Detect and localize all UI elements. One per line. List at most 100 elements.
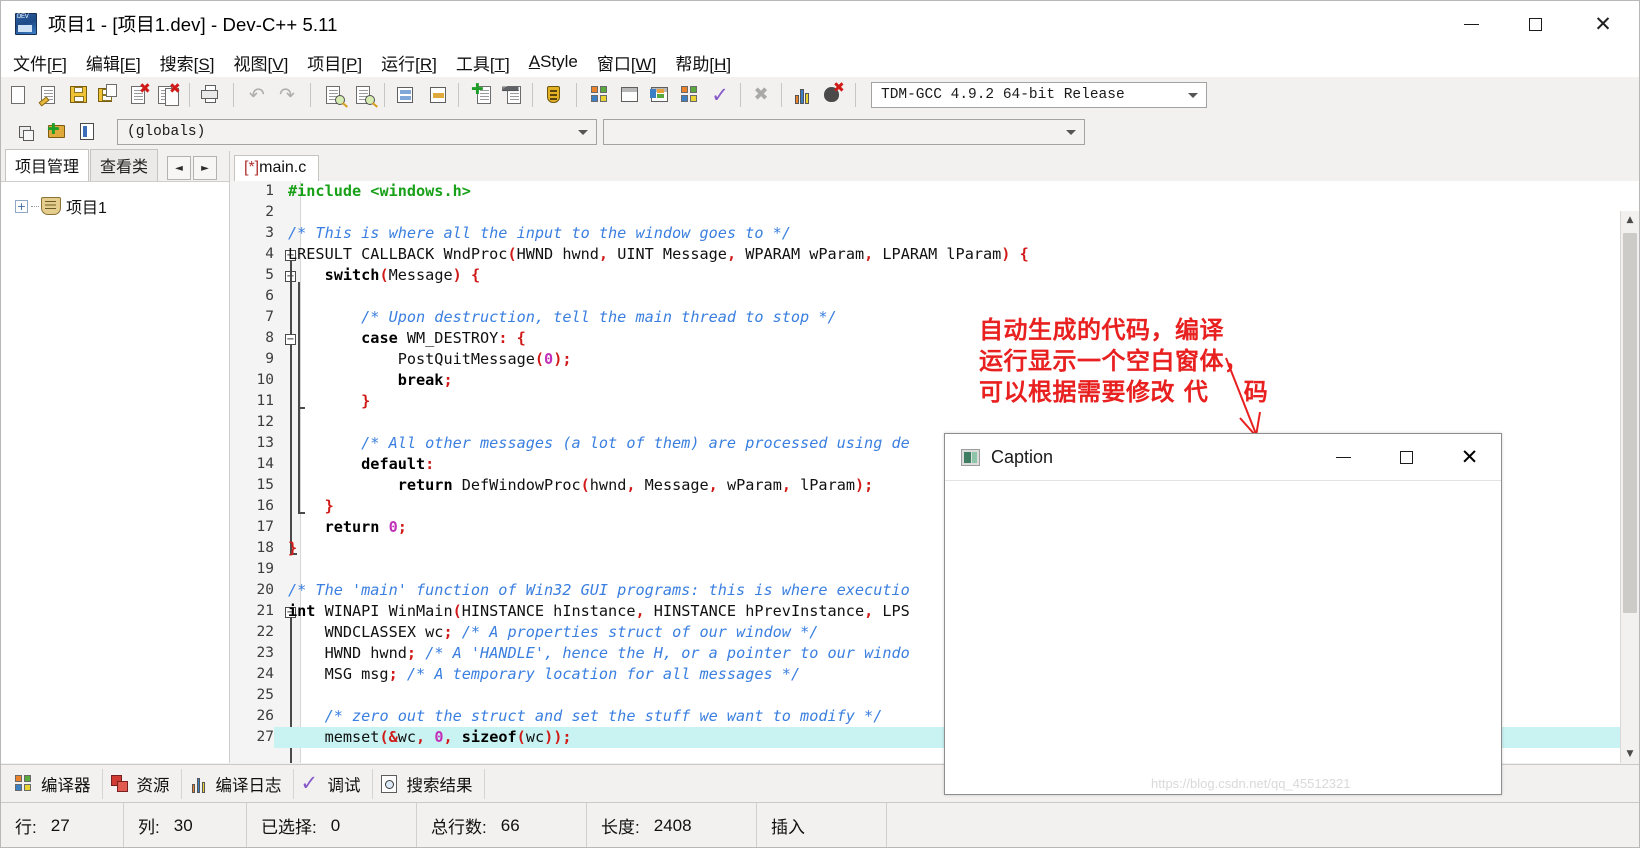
code-token: , bbox=[635, 602, 645, 620]
stop-button[interactable]: ✖ bbox=[746, 80, 776, 110]
close-all-icon: ✖ bbox=[158, 82, 181, 106]
caption-maximize-button[interactable] bbox=[1375, 434, 1438, 480]
minimize-button[interactable] bbox=[1439, 1, 1503, 47]
compile-button[interactable] bbox=[585, 80, 615, 110]
redo-button[interactable]: ↷ bbox=[272, 80, 302, 110]
expand-toggle-icon[interactable]: + bbox=[15, 199, 28, 213]
save-all-button[interactable] bbox=[94, 80, 124, 110]
run-button[interactable] bbox=[615, 80, 645, 110]
project-options-button[interactable] bbox=[538, 80, 568, 110]
menu-view[interactable]: 视图[V] bbox=[233, 50, 288, 75]
line-number: 7 bbox=[265, 309, 274, 325]
line-number: 25 bbox=[256, 687, 274, 703]
code-line[interactable]: 2 bbox=[230, 202, 1639, 223]
scroll-down-arrow[interactable]: ▼ bbox=[1621, 745, 1639, 763]
browse-button[interactable] bbox=[72, 117, 102, 147]
menu-file[interactable]: 文件[F] bbox=[13, 50, 67, 75]
code-line[interactable]: 5 switch(Message) { bbox=[230, 265, 1639, 286]
print-button[interactable] bbox=[195, 80, 225, 110]
close-file-button[interactable]: ✖ bbox=[124, 80, 154, 110]
close-button[interactable]: ✕ bbox=[1567, 1, 1639, 47]
new-class-button[interactable] bbox=[12, 117, 42, 147]
scope-select[interactable]: (globals) bbox=[117, 119, 597, 145]
code-line[interactable]: 8 case WM_DESTROY: { bbox=[230, 328, 1639, 349]
code-line[interactable]: 7 /* Upon destruction, tell the main thr… bbox=[230, 307, 1639, 328]
status-length: 长度: 2408 bbox=[587, 803, 757, 847]
code-token: /* The 'main' function of Win32 GUI prog… bbox=[288, 581, 910, 599]
save-button[interactable] bbox=[64, 80, 94, 110]
new-member-icon: ✚ bbox=[46, 121, 68, 143]
syntax-check-button[interactable]: ✓ bbox=[705, 80, 735, 110]
maximize-icon bbox=[1528, 17, 1542, 31]
remove-from-project-button[interactable]: ➖ bbox=[497, 80, 527, 110]
menu-edit[interactable]: 编辑[E] bbox=[86, 50, 141, 75]
compiler-profile-select[interactable]: TDM-GCC 4.9.2 64-bit Release bbox=[871, 82, 1207, 108]
caption-minimize-button[interactable] bbox=[1312, 434, 1375, 480]
editor-vertical-scrollbar[interactable]: ▲ ▼ bbox=[1620, 211, 1639, 763]
code-line[interactable]: 9 PostQuitMessage(0); bbox=[230, 349, 1639, 370]
maximize-button[interactable] bbox=[1503, 1, 1567, 47]
code-token: ; bbox=[388, 665, 398, 683]
chevron-down-icon bbox=[1188, 93, 1198, 98]
goto-line-button[interactable] bbox=[420, 80, 450, 110]
resources-icon bbox=[109, 773, 131, 795]
find-button[interactable] bbox=[319, 80, 349, 110]
menu-project[interactable]: 项目[P] bbox=[307, 50, 362, 75]
code-text: } bbox=[288, 538, 297, 559]
code-line[interactable]: 11 } bbox=[230, 391, 1639, 412]
code-line[interactable]: 1 #include <windows.h> bbox=[230, 181, 1639, 202]
undo-button[interactable]: ↶ bbox=[242, 80, 272, 110]
tab-next-button[interactable]: ► bbox=[193, 156, 218, 180]
open-file-button[interactable] bbox=[34, 80, 64, 110]
caption-window[interactable]: Caption ✕ bbox=[944, 433, 1502, 795]
toggle-panel-button[interactable] bbox=[390, 80, 420, 110]
menu-astyle[interactable]: AStyle bbox=[529, 52, 578, 72]
code-line[interactable]: 10 break; bbox=[230, 370, 1639, 391]
line-number: 23 bbox=[256, 645, 274, 661]
tab-main-c[interactable]: [*]main.c bbox=[234, 155, 320, 181]
member-select[interactable] bbox=[603, 119, 1085, 145]
code-line[interactable]: 4 LRESULT CALLBACK WndProc(HWND hwnd, UIN… bbox=[230, 244, 1639, 265]
tree-item-project[interactable]: + 项目1 bbox=[15, 194, 229, 218]
line-number: 19 bbox=[256, 561, 274, 577]
replace-button[interactable] bbox=[349, 80, 379, 110]
bottom-tab-search-results[interactable]: 搜索结果 bbox=[373, 768, 485, 799]
tree-item-label: 项目1 bbox=[66, 200, 107, 217]
close-all-button[interactable]: ✖ bbox=[154, 80, 184, 110]
menu-run[interactable]: 运行[R] bbox=[381, 50, 437, 75]
caption-close-button[interactable]: ✕ bbox=[1438, 434, 1501, 480]
scroll-thumb[interactable] bbox=[1623, 233, 1637, 613]
compile-run-button[interactable] bbox=[645, 80, 675, 110]
new-member-button[interactable]: ✚ bbox=[42, 117, 72, 147]
tab-project-manager[interactable]: 项目管理 bbox=[5, 149, 90, 181]
code-token: WM_DESTROY bbox=[397, 329, 499, 347]
bottom-tab-resources[interactable]: 资源 bbox=[103, 768, 182, 799]
bottom-tab-debug[interactable]: ✓ 调试 bbox=[294, 768, 373, 799]
add-to-project-button[interactable]: ✚ bbox=[467, 80, 497, 110]
code-line[interactable]: 3 /* This is where all the input to the w… bbox=[230, 223, 1639, 244]
debug-button[interactable]: ✖ bbox=[817, 80, 847, 110]
new-file-button[interactable] bbox=[4, 80, 34, 110]
code-token: , bbox=[626, 476, 636, 494]
scroll-up-arrow[interactable]: ▲ bbox=[1621, 211, 1639, 229]
line-number: 8 bbox=[265, 330, 274, 346]
toolbar-separator bbox=[458, 83, 459, 107]
tab-class-browser[interactable]: 查看类 bbox=[90, 149, 159, 181]
status-total-lines-value: 66 bbox=[500, 815, 520, 835]
menu-help[interactable]: 帮助[H] bbox=[675, 50, 731, 75]
profile-button[interactable] bbox=[787, 80, 817, 110]
bottom-tab-compiler[interactable]: 编译器 bbox=[7, 768, 103, 799]
code-line[interactable]: 6 bbox=[230, 286, 1639, 307]
bottom-tab-build-log[interactable]: 编译日志 bbox=[182, 768, 294, 799]
code-token: , bbox=[726, 245, 737, 263]
code-line[interactable]: 12 bbox=[230, 412, 1639, 433]
menu-window[interactable]: 窗口[W] bbox=[597, 50, 657, 75]
tab-prev-button[interactable]: ◄ bbox=[167, 156, 192, 180]
code-token: ( bbox=[507, 245, 517, 263]
menu-tools[interactable]: 工具[T] bbox=[456, 50, 510, 75]
rebuild-all-button[interactable] bbox=[675, 80, 705, 110]
menu-search[interactable]: 搜索[S] bbox=[160, 50, 215, 75]
maximize-icon bbox=[1400, 450, 1413, 464]
